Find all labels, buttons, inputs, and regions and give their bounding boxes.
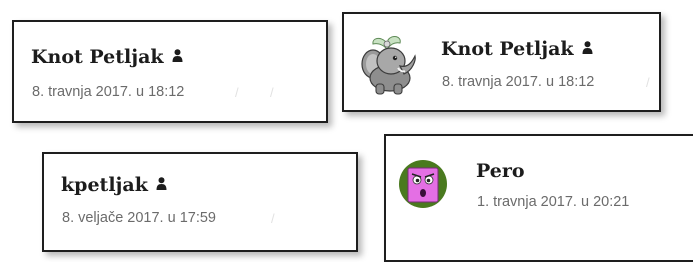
author-name[interactable]: Knot Petljak — [31, 46, 183, 69]
comment-author-card-1: Knot Petljak 8. travnja 2017. u 18:12 / … — [12, 20, 328, 123]
author-name-text[interactable]: Knot Petljak — [441, 38, 574, 60]
author-name-text[interactable]: Knot Petljak — [31, 46, 164, 68]
person-icon — [582, 37, 593, 59]
comment-date[interactable]: 8. travnja 2017. u 18:12 — [32, 84, 184, 100]
person-icon — [156, 173, 167, 195]
monster-icon — [399, 160, 447, 208]
pink-monster-avatar — [399, 160, 447, 208]
date-separator: / — [235, 85, 239, 100]
date-separator: / — [271, 211, 275, 226]
author-name[interactable]: Pero — [476, 160, 525, 182]
author-name-text[interactable]: kpetljak — [61, 174, 148, 196]
comment-date[interactable]: 1. travnja 2017. u 20:21 — [477, 194, 629, 210]
comment-author-card-2: Knot Petljak 8. travnja 2017. u 18:12 / — [342, 12, 661, 112]
comment-author-card-4: Pero 1. travnja 2017. u 20:21 — [384, 134, 693, 262]
elephant-icon — [361, 35, 416, 95]
author-name-text[interactable]: Pero — [476, 160, 525, 182]
date-separator: / — [646, 75, 650, 90]
author-name[interactable]: Knot Petljak — [441, 38, 593, 61]
comment-author-card-3: kpetljak 8. veljače 2017. u 17:59 / — [42, 152, 358, 252]
elephant-avatar — [360, 34, 418, 101]
author-name[interactable]: kpetljak — [61, 174, 167, 197]
comment-date[interactable]: 8. travnja 2017. u 18:12 — [442, 74, 594, 90]
comment-date[interactable]: 8. veljače 2017. u 17:59 — [62, 210, 216, 226]
person-icon — [172, 45, 183, 67]
date-separator-2: / — [270, 85, 274, 100]
